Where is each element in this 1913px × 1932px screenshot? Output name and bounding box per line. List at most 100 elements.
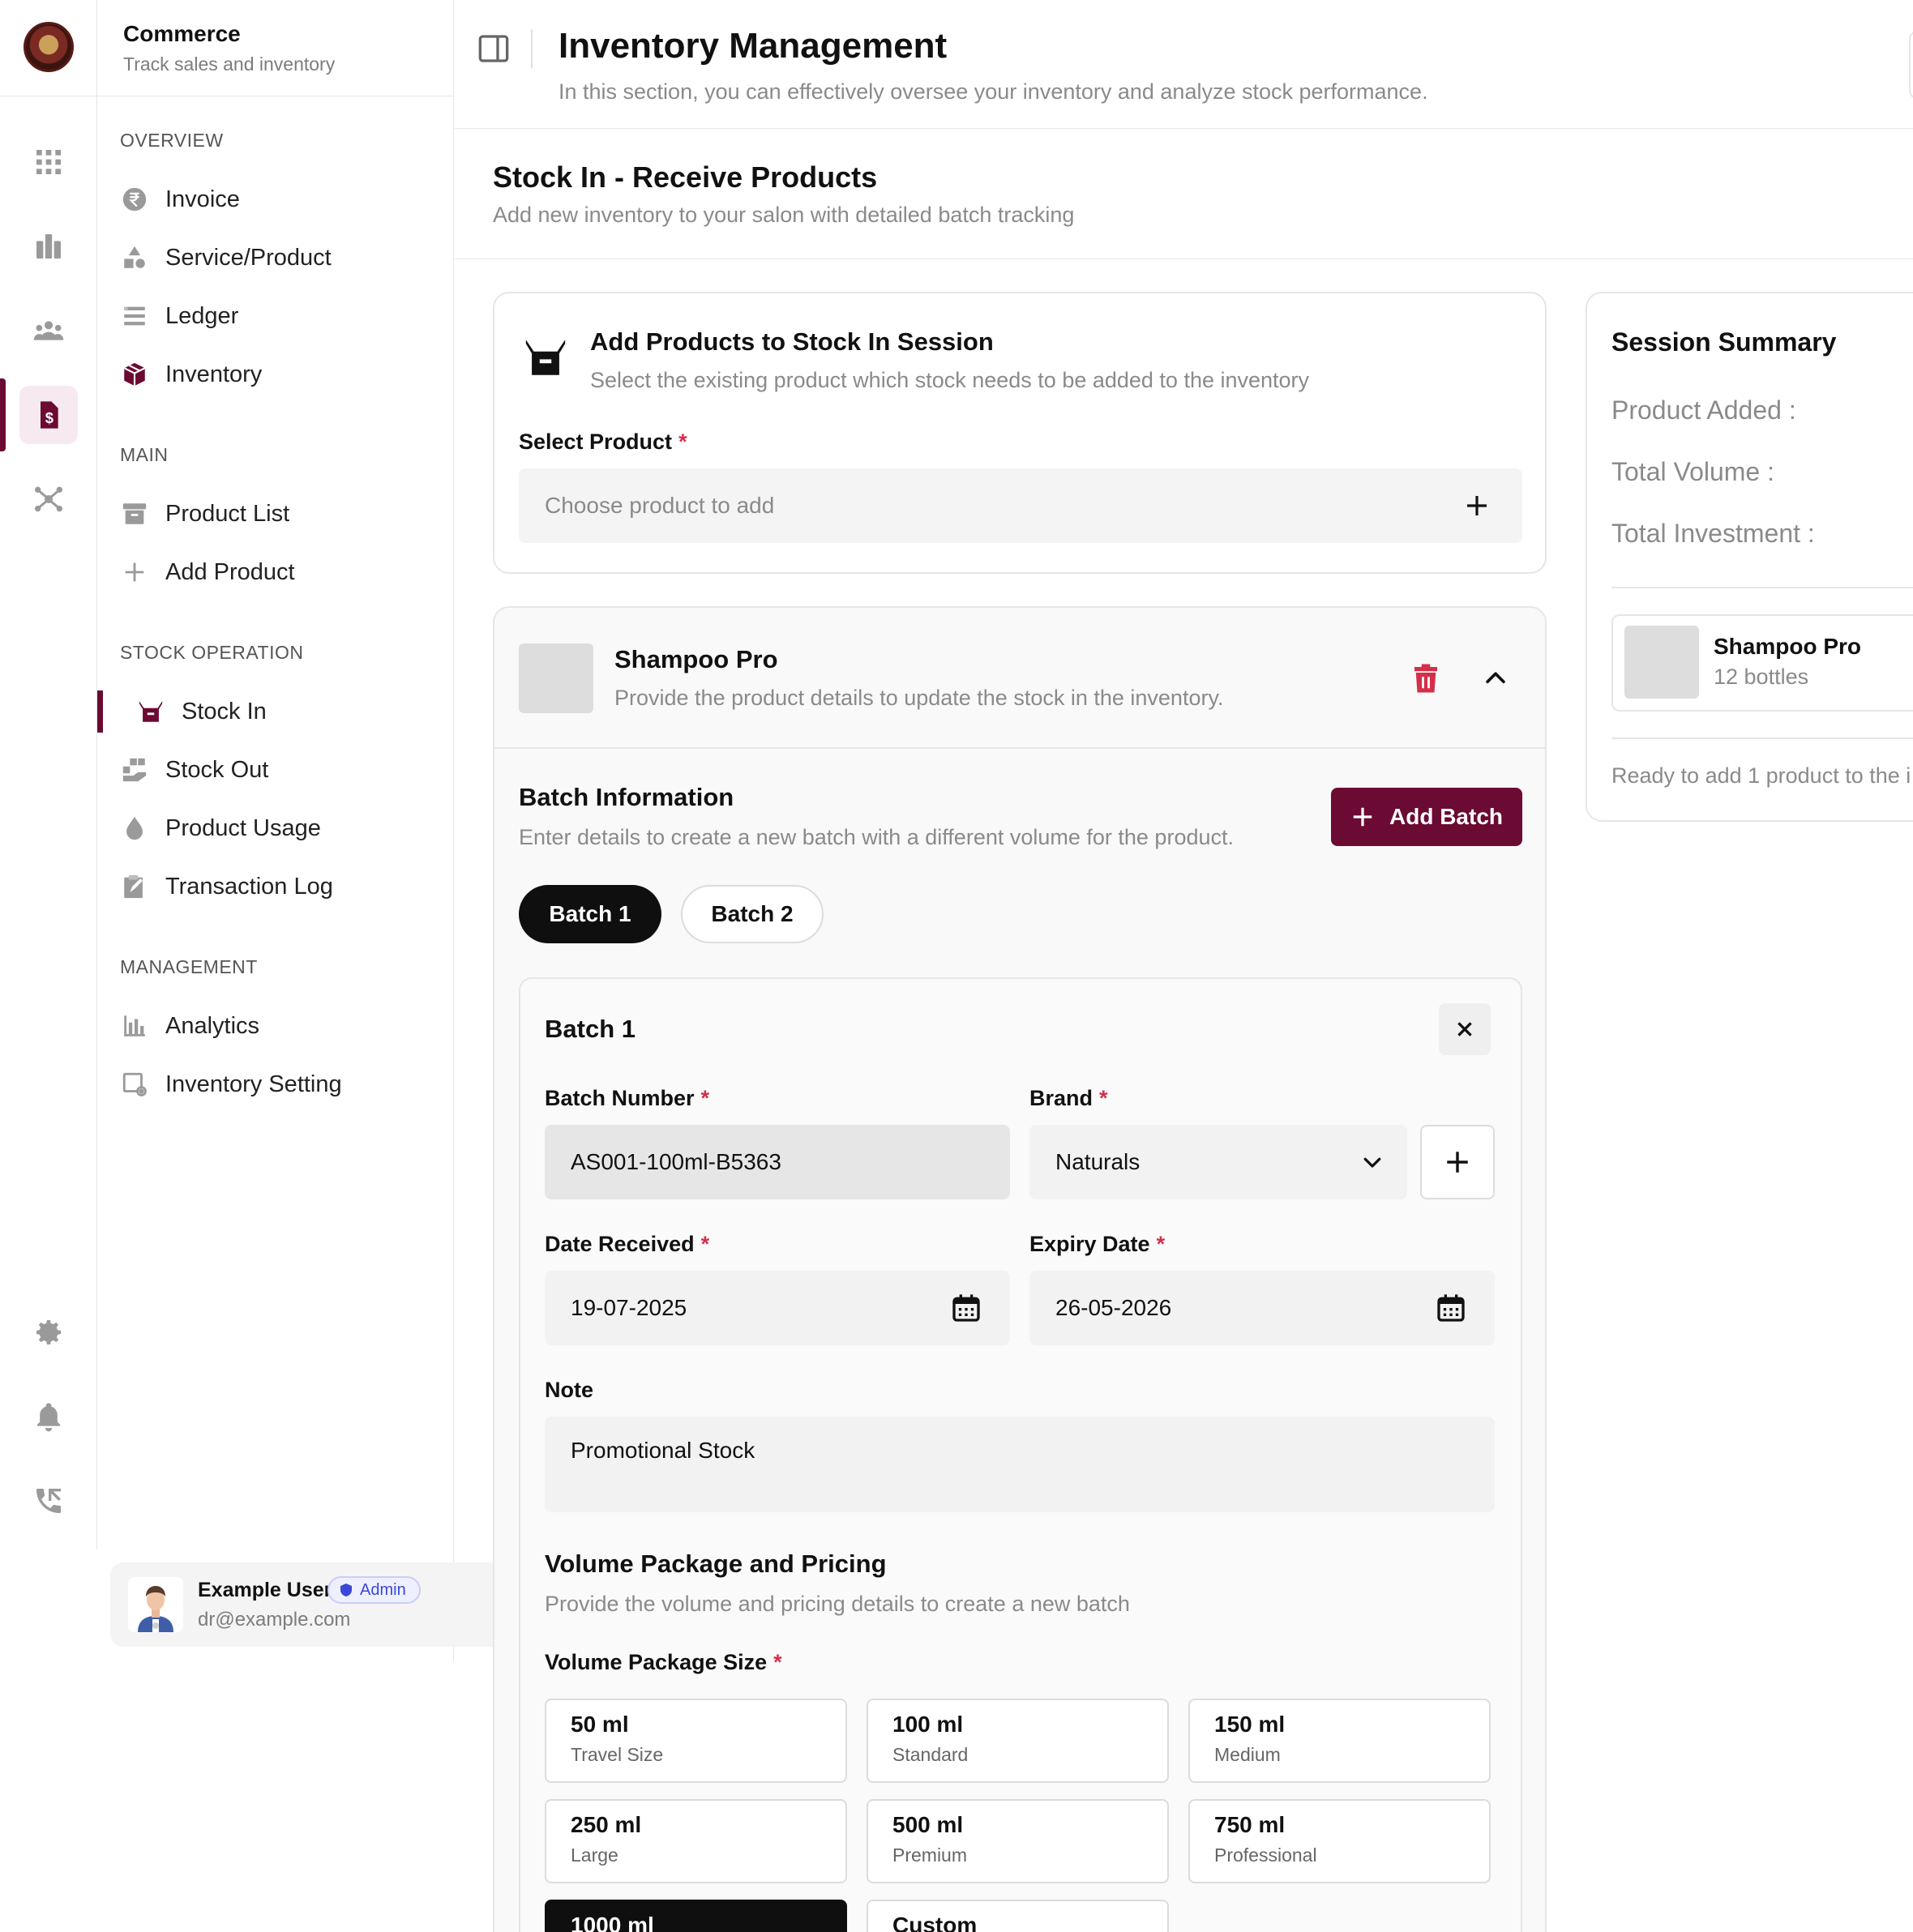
volume-name: Large [571,1844,618,1866]
product-name: Shampoo Pro [614,645,778,673]
page-description: In this section, you can effectively ove… [558,79,1428,104]
summary-divider [1611,587,1913,588]
buildings-icon[interactable] [19,217,78,276]
plus-icon [120,558,149,587]
summary-item[interactable]: Shampoo Pro 12 bottles [1611,614,1913,712]
sidebar-item-product-list[interactable]: Product List [120,494,289,534]
product-card-header[interactable]: Shampoo Pro Provide the product details … [494,608,1545,749]
batch-info-description: Enter details to create a new batch with… [519,825,1234,849]
user-profile-card[interactable]: Example User Admin dr@example.com [110,1562,538,1647]
sidebar-item-product-usage[interactable]: Product Usage [120,808,321,848]
notification-bell-icon[interactable] [19,1387,78,1446]
add-batch-label: Add Batch [1389,804,1503,829]
volume-value: 500 ml [892,1812,964,1837]
sidebar-item-inventory-setting[interactable]: Inventory Setting [120,1064,342,1105]
volume-option-500ml[interactable]: 500 ml Premium [867,1799,1169,1883]
trash-icon[interactable] [1409,661,1443,695]
sidebar-item-label: Product Usage [165,814,321,841]
select-product-dropdown[interactable]: Choose product to add [519,468,1522,543]
section-label-management: MANAGEMENT [120,956,258,977]
volume-section-title: Volume Package and Pricing [545,1549,887,1578]
expiry-date-label: Expiry Date * [1029,1232,1166,1256]
section-label-overview: OVERVIEW [120,130,224,151]
batch-form: Batch 1 Batch Number * AS001-100ml-B5363 … [519,977,1522,1932]
chevron-down-icon [1363,1157,1381,1168]
note-field[interactable]: Promotional Stock [545,1417,1495,1512]
role-badge: Admin [327,1576,421,1604]
tab-batch-2[interactable]: Batch 2 [681,885,824,943]
chevron-up-icon[interactable] [1482,665,1509,692]
plus-icon [1353,807,1372,827]
volume-option-750ml[interactable]: 750 ml Professional [1188,1799,1491,1883]
settings-gear-icon[interactable] [19,1303,78,1361]
sidebar-item-add-product[interactable]: Add Product [120,552,295,592]
date-received-field[interactable]: 19-07-2025 [545,1271,1010,1345]
expiry-date-field[interactable]: 26-05-2026 [1029,1271,1495,1345]
volume-value: 250 ml [571,1812,642,1837]
sidebar-item-stock-in[interactable]: Stock In [97,691,267,732]
section-label-main: MAIN [120,444,169,465]
volume-option-50ml[interactable]: 50 ml Travel Size [545,1699,847,1783]
brand-select[interactable]: Naturals [1029,1125,1407,1199]
product-thumbnail [519,643,593,713]
volume-option-100ml[interactable]: 100 ml Standard [867,1699,1169,1783]
volume-option-custom[interactable]: Custom [867,1900,1169,1932]
volume-value: 750 ml [1214,1812,1286,1837]
batch-number-field[interactable]: AS001-100ml-B5363 [545,1125,1010,1199]
volume-value: 100 ml [892,1712,964,1737]
session-summary-card: Session Summary Product Added : Total Vo… [1586,292,1913,822]
drop-icon [120,814,149,843]
header-divider [531,29,533,68]
network-hub-icon[interactable] [19,470,78,528]
volume-option-1000ml[interactable]: 1000 ml [545,1900,847,1932]
summary-total-volume: Total Volume : [1611,457,1774,486]
sidebar-item-inventory[interactable]: Inventory [120,354,262,395]
list-icon [120,301,149,331]
calendar-icon[interactable] [1435,1292,1467,1324]
user-name: Example User [198,1579,332,1601]
close-batch-button[interactable] [1439,1003,1491,1055]
sidebar-item-label: Service/Product [165,244,332,271]
add-batch-button[interactable]: Add Batch [1331,788,1522,846]
support-phone-icon[interactable] [19,1472,78,1530]
sidebar-toggle-icon[interactable] [477,32,510,65]
sidebar-item-label: Stock Out [165,756,269,783]
add-products-title: Add Products to Stock In Session [590,327,994,356]
sidebar-item-label: Product List [165,500,290,527]
volume-option-250ml[interactable]: 250 ml Large [545,1799,847,1883]
product-card: Shampoo Pro Provide the product details … [493,606,1547,1932]
user-email: dr@example.com [198,1609,351,1631]
header-action-box[interactable] [1909,31,1913,99]
shapes-icon [120,243,149,272]
sidebar-item-analytics[interactable]: Analytics [120,1006,259,1046]
plus-icon[interactable] [1464,493,1490,519]
svg-text:$: $ [45,409,53,426]
tab-batch-1[interactable]: Batch 1 [519,885,661,943]
date-received-label: Date Received * [545,1232,710,1256]
add-products-description: Select the existing product which stock … [590,368,1310,392]
sidebar-item-stock-out[interactable]: Stock Out [120,750,268,790]
sidebar-item-label: Transaction Log [165,873,333,900]
cube-icon [120,360,149,389]
volume-value: Custom [892,1913,978,1932]
calendar-icon[interactable] [950,1292,982,1324]
invoice-dollar-icon[interactable]: $ [19,386,78,444]
summary-item-quantity: 12 bottles [1714,665,1809,689]
volume-option-150ml[interactable]: 150 ml Medium [1188,1699,1491,1783]
add-brand-button[interactable] [1420,1125,1495,1199]
boxes-out-icon [120,755,149,784]
app-subtitle: Track sales and inventory [123,53,336,75]
section-label-stock-operation: STOCK OPERATION [120,642,304,663]
sidebar-item-label: Inventory [165,361,263,387]
sidebar-item-service-product[interactable]: Service/Product [120,237,332,278]
volume-name: Medium [1214,1744,1281,1765]
sidebar-item-invoice[interactable]: Invoice [120,179,240,220]
basket-icon [136,697,165,726]
sidebar-item-label: Add Product [165,558,295,585]
users-group-icon[interactable] [19,301,78,360]
sidebar-item-transaction-log[interactable]: Transaction Log [120,866,333,907]
dashboard-grid-icon[interactable] [19,133,78,191]
brand-logo[interactable] [24,22,74,72]
sidebar-item-ledger[interactable]: Ledger [120,296,238,336]
bar-chart-icon [120,1011,149,1041]
